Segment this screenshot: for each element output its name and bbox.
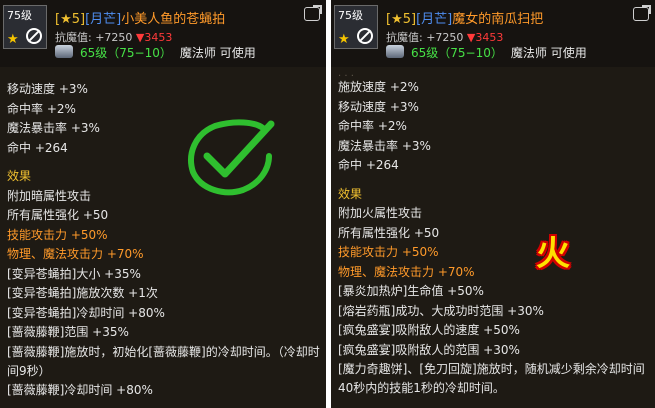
- fire-character-icon: 火: [536, 234, 570, 274]
- resist-label: 抗魔值: +7250: [55, 31, 133, 44]
- stat-line: 移动速度 +3%: [7, 82, 88, 96]
- effect-line: [熔岩药瓶]成功、大成功时范围 +30%: [338, 303, 544, 318]
- tooltip-header: 75级 ★ [★5][月芒]魔女的南瓜扫把 抗魔值: +7250 ▼3453 6…: [331, 0, 655, 67]
- resist-down: ▼3453: [466, 31, 504, 44]
- resist-value: 抗魔值: +7250 ▼3453: [386, 29, 503, 45]
- item-icon: 75级 ★: [334, 5, 378, 49]
- effect-line: 附加火属性攻击: [338, 206, 423, 220]
- item-grade: [★5]: [55, 12, 86, 27]
- requirement: 65级（75−10） 魔法师 可使用: [80, 44, 256, 61]
- effect-line: 所有属性强化 +50: [7, 208, 109, 222]
- effect-line: [变异苍蝇拍]大小 +35%: [7, 266, 141, 281]
- level-badge: 75级: [7, 9, 32, 22]
- stat-line: 施放速度 +2%: [338, 80, 419, 94]
- item-set: [月芒]: [416, 12, 453, 27]
- required-class: 魔法师 可使用: [179, 46, 256, 60]
- tooltip-header: 75级 ★ [★5][月芒]小美人鱼的苍蝇拍 抗魔值: +7250 ▼3453 …: [0, 0, 326, 67]
- right-item-tooltip: 75级 ★ [★5][月芒]魔女的南瓜扫把 抗魔值: +7250 ▼3453 6…: [331, 0, 655, 408]
- requirement-icon: [386, 45, 404, 58]
- tooltip-content: . . . 施放速度 +2% 移动速度 +3% 命中率 +2% 魔法暴击率 +3…: [338, 68, 651, 398]
- check-mark-icon: [188, 119, 275, 196]
- stat-line: 命中率 +2%: [338, 119, 407, 133]
- star-icon: ★: [338, 32, 350, 47]
- share-icon[interactable]: [633, 5, 651, 21]
- item-set: [月芒]: [85, 12, 122, 27]
- requirement-icon: [55, 45, 73, 58]
- item-title: [★5][月芒]小美人鱼的苍蝇拍: [55, 8, 225, 27]
- effect-line: 物理、魔法攻击力 +70%: [338, 264, 475, 279]
- effect-line: [变异苍蝇拍]冷却时间 +80%: [7, 305, 165, 320]
- effect-line: [暴炎加热炉]生命值 +50%: [338, 284, 484, 298]
- effect-line: [疯兔盛宴]吸附敌人的范围 +30%: [338, 342, 520, 357]
- stat-line: 移动速度 +3%: [338, 99, 419, 114]
- effect-line: 技能攻击力 +50%: [7, 227, 108, 242]
- stat-line: 魔法暴击率 +3%: [338, 138, 431, 153]
- required-level: 65级（75−10）: [80, 46, 172, 60]
- item-grade: [★5]: [386, 12, 417, 27]
- effect-line: 技能攻击力 +50%: [338, 245, 439, 259]
- effect-line: [疯兔盛宴]吸附敌人的速度 +50%: [338, 323, 520, 337]
- effects-title: 效果: [338, 186, 363, 201]
- effect-line: [魔力奇趣饼]、[免刀回旋]施放时，随机减少剩余冷却时间40秒内的技能1秒的冷却…: [338, 362, 645, 395]
- item-name: 魔女的南瓜扫把: [452, 12, 544, 27]
- star-icon: ★: [7, 32, 19, 47]
- required-class: 魔法师 可使用: [510, 46, 587, 60]
- clipped-line: . . .: [338, 68, 354, 79]
- effect-line: [蔷薇藤鞭]冷却时间 +80%: [7, 382, 153, 397]
- level-badge: 75级: [338, 9, 363, 22]
- forbidden-icon: [357, 28, 373, 44]
- requirement: 65级（75−10） 魔法师 可使用: [411, 44, 587, 61]
- resist-label: 抗魔值: +7250: [386, 31, 464, 44]
- item-icon: 75级 ★: [3, 5, 47, 49]
- stat-line: 命中 +264: [338, 158, 399, 172]
- resist-value: 抗魔值: +7250 ▼3453: [55, 29, 172, 45]
- share-icon[interactable]: [304, 5, 322, 21]
- required-level: 65级（75−10）: [411, 46, 503, 60]
- effect-line: 所有属性强化 +50: [338, 225, 440, 240]
- item-title: [★5][月芒]魔女的南瓜扫把: [386, 8, 543, 27]
- effect-line: [变异苍蝇拍]施放次数 +1次: [7, 286, 158, 300]
- left-item-tooltip: 75级 ★ [★5][月芒]小美人鱼的苍蝇拍 抗魔值: +7250 ▼3453 …: [0, 0, 326, 408]
- effect-line: [蔷薇藤鞭]范围 +35%: [7, 325, 129, 339]
- forbidden-icon: [26, 28, 42, 44]
- item-name: 小美人鱼的苍蝇拍: [121, 12, 226, 27]
- effect-line: [蔷薇藤鞭]施放时，初始化[蔷薇藤鞭]的冷却时间。（冷却时间9秒）: [7, 344, 320, 378]
- resist-down: ▼3453: [135, 31, 173, 44]
- effect-line: 物理、魔法攻击力 +70%: [7, 247, 144, 261]
- stat-line: 命中率 +2%: [7, 101, 76, 116]
